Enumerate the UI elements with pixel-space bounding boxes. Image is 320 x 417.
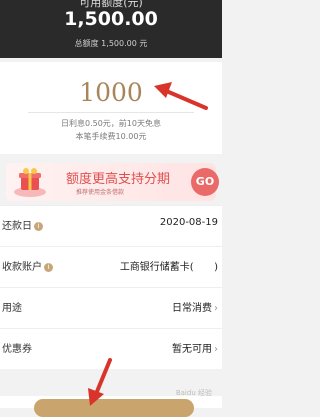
repayment-date-label: 还款日 (2, 221, 32, 232)
repayment-date-row: 还款日 i 2020-08-19 (0, 205, 222, 246)
chevron-right-icon: › (214, 344, 218, 355)
receiving-account-label: 收款账户 (2, 262, 42, 273)
interest-info: 日利息0.50元，前10天免息 (61, 119, 161, 128)
purpose-value: 日常消费 (172, 303, 212, 314)
coupon-value: 暂无可用 (172, 344, 212, 355)
installment-promo-banner[interactable]: 额度更高支持分期 推荐使用金条借款 GO (6, 163, 219, 201)
info-icon[interactable]: i (44, 263, 53, 272)
chevron-right-icon: › (214, 303, 218, 314)
limit-header: 可用额度(元) 1,500.00 总额度 1,500.00 元 (0, 0, 222, 58)
repayment-date-value: 2020-08-19 (159, 217, 218, 228)
purpose-row[interactable]: 用途 日常消费 › (0, 287, 222, 328)
info-icon[interactable]: i (34, 222, 43, 231)
total-limit-text: 总额度 1,500.00 元 (74, 39, 148, 48)
receiving-account-value: 工商银行储蓄卡( (119, 262, 194, 273)
go-button[interactable]: GO (191, 168, 219, 196)
purpose-label: 用途 (2, 303, 22, 314)
receiving-account-row[interactable]: 收款账户 i 工商银行储蓄卡( ) (0, 246, 222, 287)
loan-detail-list: 还款日 i 2020-08-19 收款账户 i 工商银行储蓄卡( ) 用途 日常消费… (0, 205, 222, 369)
gift-box-icon (14, 168, 46, 197)
arrow-annotation-top (154, 82, 208, 110)
amount-divider (28, 112, 194, 113)
receiving-account-suffix: ) (214, 262, 218, 273)
promo-subtitle: 推荐使用金条借款 (76, 189, 125, 196)
promo-title: 额度更高支持分期 (66, 172, 171, 187)
fee-info: 本笔手续费10.00元 (75, 132, 147, 141)
coupon-label: 优惠券 (2, 344, 32, 355)
arrow-annotation-bottom (88, 358, 112, 406)
available-limit-amount: 1,500.00 (64, 8, 158, 30)
watermark: Baidu 经验 (175, 389, 212, 397)
